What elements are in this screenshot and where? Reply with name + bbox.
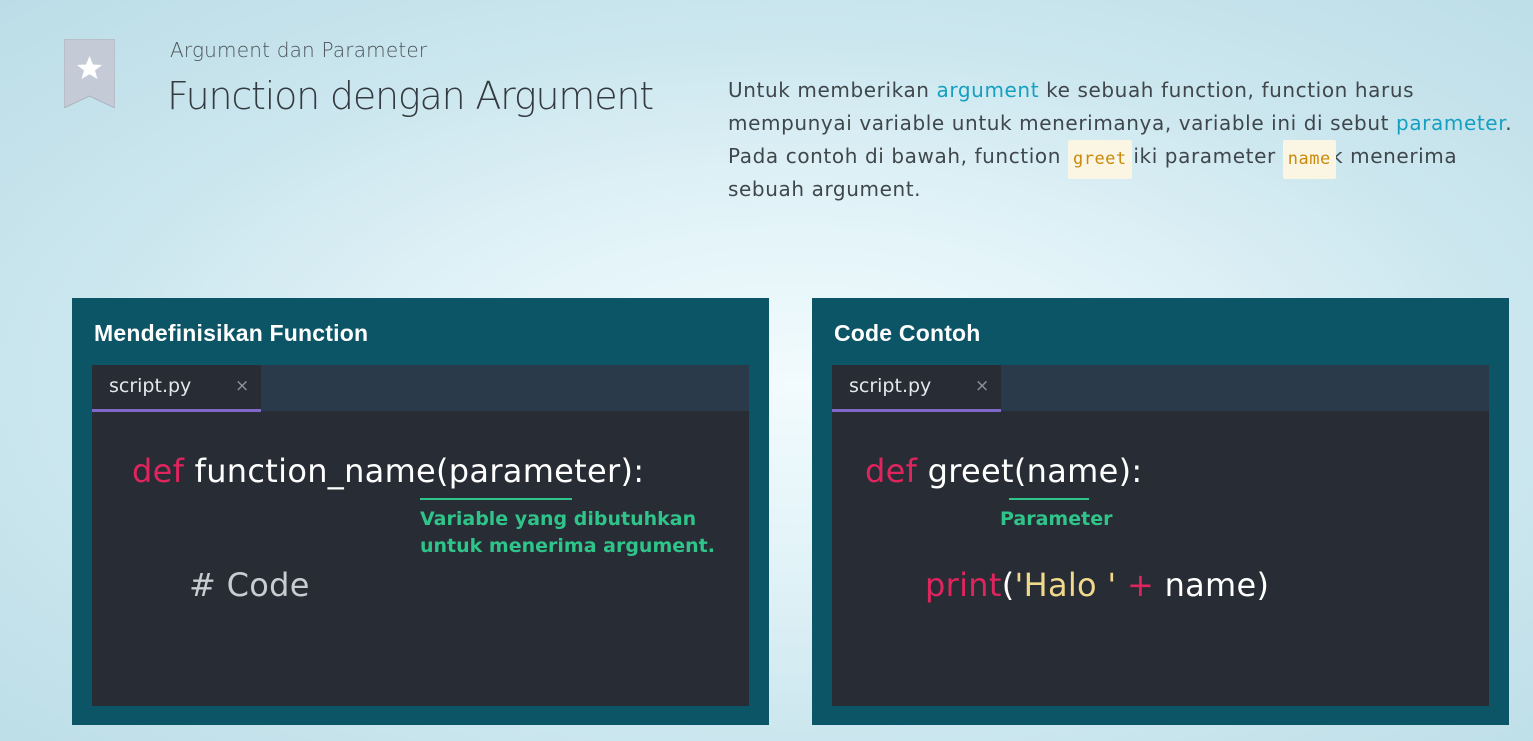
tab-script-py[interactable]: script.py ×: [92, 365, 261, 412]
parameter-underline: [420, 498, 572, 500]
close-icon[interactable]: ×: [235, 376, 249, 396]
parameter-annotation: Variable yang dibutuhkan untuk menerima …: [420, 508, 715, 557]
parameter-annotation: Parameter: [1000, 508, 1113, 530]
code-line: def function_name(parameter):: [132, 452, 644, 490]
panel-title: Code Contoh: [834, 320, 981, 346]
section-subtitle: Argument dan Parameter: [170, 38, 428, 62]
term-argument: argument: [936, 78, 1040, 102]
inline-code-greet: greet: [1067, 140, 1132, 179]
define-function-panel: Mendefinisikan Function script.py × def …: [72, 298, 769, 725]
desc-text: Untuk memberikan: [728, 78, 937, 102]
close-icon[interactable]: ×: [975, 376, 989, 396]
term-parameter: parameter: [1396, 111, 1506, 135]
panel-title: Mendefinisikan Function: [94, 320, 369, 346]
editor-tab-bar: script.py ×: [832, 365, 1489, 412]
code-text: name): [1164, 566, 1270, 604]
keyword-def: def: [132, 452, 185, 490]
code-text: (: [1001, 566, 1015, 604]
code-comment: # Code: [189, 566, 310, 604]
code-text: function_name(parameter):: [194, 452, 645, 490]
editor-tab-bar: script.py ×: [92, 365, 749, 412]
builtin-print: print: [925, 566, 1002, 604]
code-line: def greet(name):: [865, 452, 1142, 490]
code-editor: script.py × def function_name(parameter)…: [92, 365, 749, 706]
code-example-panel: Code Contoh script.py × def greet(name):…: [812, 298, 1509, 725]
code-editor: script.py × def greet(name): Parameter p…: [832, 365, 1489, 706]
operator-plus: +: [1116, 566, 1165, 604]
keyword-def: def: [865, 452, 918, 490]
inline-code-name: name: [1282, 140, 1336, 179]
code-text: greet(name):: [927, 452, 1143, 490]
tab-label: script.py: [849, 375, 932, 397]
description-text: Untuk memberikan argument ke sebuah func…: [728, 74, 1518, 206]
tab-label: script.py: [109, 375, 192, 397]
bookmark-star-icon[interactable]: [63, 38, 116, 109]
tab-script-py[interactable]: script.py ×: [832, 365, 1001, 412]
page-title: Function dengan Argument: [167, 74, 654, 118]
parameter-underline: [1009, 498, 1089, 500]
string-literal: 'Halo ': [1014, 566, 1117, 604]
code-line: print('Halo ' + name): [925, 566, 1269, 604]
